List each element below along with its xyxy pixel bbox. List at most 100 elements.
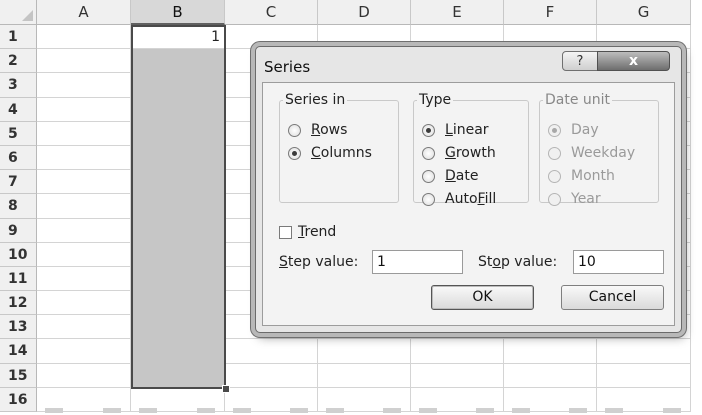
cell-d15[interactable]: [318, 363, 411, 388]
row-header-11[interactable]: 11: [0, 266, 37, 292]
help-button[interactable]: ?: [562, 51, 598, 71]
row-header-7[interactable]: 7: [0, 170, 37, 195]
column-header-e[interactable]: E: [411, 0, 504, 25]
option-rows[interactable]: Rows: [288, 122, 347, 138]
row-header-2[interactable]: 2: [0, 49, 37, 74]
row-header-12[interactable]: 12: [0, 291, 37, 316]
cell-a2[interactable]: [37, 49, 131, 74]
option-linear[interactable]: Linear: [422, 122, 489, 138]
row-17-cell-fragment: [139, 408, 157, 413]
cell-b1[interactable]: 1: [131, 25, 225, 50]
autofill-label: AutoFill: [445, 191, 497, 207]
close-button[interactable]: x: [597, 51, 670, 71]
cell-a1[interactable]: [37, 25, 131, 50]
step-value-input[interactable]: [372, 250, 463, 274]
cell-b6[interactable]: [131, 145, 225, 171]
cell-a3[interactable]: [37, 73, 131, 98]
date-radio[interactable]: [422, 169, 435, 183]
step-value-label: Step value:: [279, 254, 359, 270]
column-header-a[interactable]: A: [37, 0, 131, 25]
day-radio: [548, 123, 561, 137]
autofill-radio[interactable]: [422, 192, 435, 206]
stop-value-label: Stop value:: [478, 254, 558, 270]
dialog-body: Series in Rows Columns Type Linear Growt…: [262, 82, 675, 326]
cell-a7[interactable]: [37, 170, 131, 195]
cell-b4[interactable]: [131, 97, 225, 122]
grid-column-a: [37, 25, 131, 412]
cell-b8[interactable]: [131, 194, 225, 219]
trend-label: Trend: [298, 224, 337, 240]
column-header-g[interactable]: G: [597, 0, 691, 25]
cell-c14[interactable]: [225, 339, 318, 364]
row-header-15[interactable]: 15: [0, 363, 37, 388]
cell-f14[interactable]: [504, 339, 597, 364]
ok-button[interactable]: OK: [431, 285, 534, 310]
cell-a8[interactable]: [37, 194, 131, 219]
cell-b3[interactable]: [131, 73, 225, 98]
option-growth[interactable]: Growth: [422, 145, 496, 161]
cancel-button[interactable]: Cancel: [561, 285, 664, 310]
row-header-3[interactable]: 3: [0, 73, 37, 98]
row-header-5[interactable]: 5: [0, 121, 37, 146]
cell-b9[interactable]: [131, 218, 225, 243]
cell-b10[interactable]: [131, 242, 225, 267]
columns-radio[interactable]: [288, 146, 301, 160]
cell-g14[interactable]: [597, 339, 691, 364]
row-header-16[interactable]: 16: [0, 387, 37, 412]
cell-a14[interactable]: [37, 339, 131, 364]
option-columns[interactable]: Columns: [288, 145, 372, 161]
cell-a11[interactable]: [37, 266, 131, 292]
row-header-6[interactable]: 6: [0, 145, 37, 171]
option-date[interactable]: Date: [422, 168, 478, 184]
column-header-c[interactable]: C: [225, 0, 318, 25]
cell-e14[interactable]: [411, 339, 504, 364]
trend-option[interactable]: Trend: [279, 224, 336, 240]
series-in-group: Series in Rows Columns: [279, 92, 399, 203]
cell-b12[interactable]: [131, 291, 225, 316]
row-header-14[interactable]: 14: [0, 339, 37, 364]
option-autofill[interactable]: AutoFill: [422, 191, 496, 207]
cell-g15[interactable]: [597, 363, 691, 388]
cell-a10[interactable]: [37, 242, 131, 267]
cell-d14[interactable]: [318, 339, 411, 364]
row-header-9[interactable]: 9: [0, 218, 37, 243]
cell-e15[interactable]: [411, 363, 504, 388]
column-header-b[interactable]: B: [131, 0, 225, 25]
cell-a15[interactable]: [37, 363, 131, 388]
cell-b2[interactable]: [131, 49, 225, 74]
cell-a6[interactable]: [37, 145, 131, 171]
growth-radio[interactable]: [422, 146, 435, 160]
row-17-cell-fragment: [605, 408, 623, 413]
cell-b11[interactable]: [131, 266, 225, 292]
cell-a5[interactable]: [37, 121, 131, 146]
row-header-10[interactable]: 10: [0, 242, 37, 267]
linear-radio[interactable]: [422, 123, 435, 137]
cell-c15[interactable]: [225, 363, 318, 388]
cell-a12[interactable]: [37, 291, 131, 316]
month-radio: [548, 169, 561, 183]
cell-b7[interactable]: [131, 170, 225, 195]
cell-b13[interactable]: [131, 315, 225, 340]
row-header-8[interactable]: 8: [0, 194, 37, 219]
row-header-13[interactable]: 13: [0, 315, 37, 340]
cell-b15[interactable]: [131, 363, 225, 388]
stop-value-input[interactable]: [573, 250, 664, 274]
cell-a13[interactable]: [37, 315, 131, 340]
trend-checkbox[interactable]: [279, 225, 292, 239]
cell-b5[interactable]: [131, 121, 225, 146]
column-header-d[interactable]: D: [318, 0, 411, 25]
dialog-titlebar[interactable]: Series ? x: [256, 47, 681, 83]
cell-a9[interactable]: [37, 218, 131, 243]
row-header-4[interactable]: 4: [0, 97, 37, 122]
row-header-1[interactable]: 1: [0, 25, 37, 50]
column-header-f[interactable]: F: [504, 0, 597, 25]
fill-handle[interactable]: [222, 385, 230, 393]
select-all-corner[interactable]: [0, 0, 37, 25]
cell-b14[interactable]: [131, 339, 225, 364]
cell-a4[interactable]: [37, 97, 131, 122]
series-in-legend: Series in: [285, 92, 346, 108]
cell-f15[interactable]: [504, 363, 597, 388]
date-unit-legend: Date unit: [545, 92, 611, 108]
rows-radio[interactable]: [288, 123, 301, 137]
dialog-title: Series: [264, 58, 311, 76]
